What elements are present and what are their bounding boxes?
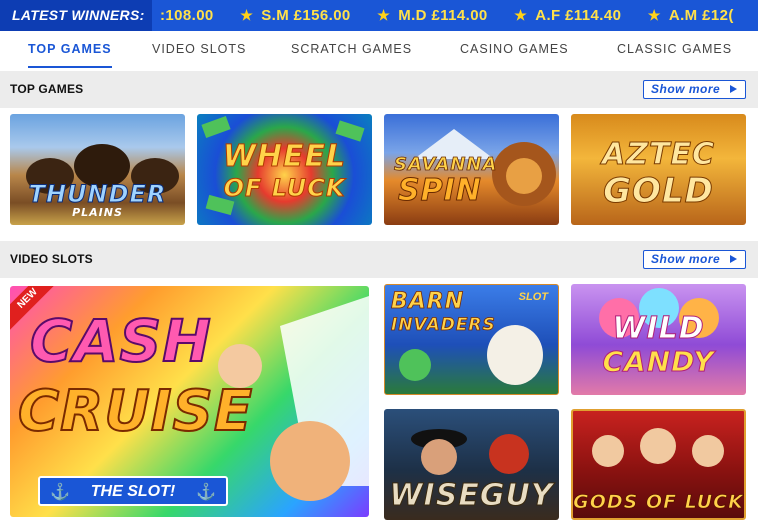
game-title: GODS OF LUCK	[573, 491, 744, 513]
game-title: THUNDER	[28, 180, 167, 208]
ticker-item-text: S.M £156.00	[261, 7, 351, 24]
game-subtitle: GOLD	[603, 171, 714, 211]
top-games-header: TOP GAMES Show more	[0, 71, 758, 108]
game-tile-wild-candy[interactable]: WILD CANDY	[571, 284, 746, 395]
ticker-item: ★ A.M £12(	[648, 0, 734, 31]
game-title: WISEGUY	[389, 478, 554, 513]
tab-casino-games[interactable]: CASINO GAMES	[460, 31, 569, 71]
game-title: CASH	[29, 307, 212, 375]
game-tile-savanna-spin[interactable]: SAVANNA SPIN	[384, 114, 559, 225]
show-more-button[interactable]: Show more	[643, 250, 746, 269]
ticker-item-text: :108.00	[160, 7, 214, 24]
play-arrow-icon	[730, 85, 737, 93]
game-title: SAVANNA	[394, 154, 498, 175]
game-title: WILD	[612, 311, 705, 346]
tab-classic-games[interactable]: CLASSIC GAMES	[617, 31, 732, 71]
ticker-item-text: A.F £114.40	[535, 7, 622, 24]
category-tabs: TOP GAMES VIDEO SLOTS SCRATCH GAMES CASI…	[0, 31, 758, 71]
game-subtitle: PLAINS	[72, 206, 123, 219]
ticker-item-text: M.D £114.00	[398, 7, 488, 24]
ticker-item: ★ M.D £114.00	[377, 0, 487, 31]
game-subtitle: CANDY	[602, 345, 715, 378]
ticker-track: :108.00 ★ S.M £156.00 ★ M.D £114.00 ★ A.F £…	[160, 0, 756, 31]
game-tile-aztec-gold[interactable]: AZTEC GOLD	[571, 114, 746, 225]
show-more-label: Show more	[651, 82, 721, 96]
game-tile-barn-invaders[interactable]: SLOT BARN INVADERS	[384, 284, 559, 395]
game-subtitle: INVADERS	[391, 315, 496, 335]
game-tile-wiseguy[interactable]: WISEGUY	[384, 409, 559, 520]
game-title: BARN	[391, 289, 465, 314]
tab-top-games[interactable]: TOP GAMES	[28, 31, 112, 71]
game-tile-wheel-of-luck[interactable]: WHEEL OF LUCK	[197, 114, 372, 225]
game-subtitle: SPIN	[398, 173, 482, 208]
slot-tag: SLOT	[518, 291, 548, 303]
show-more-button[interactable]: Show more	[643, 80, 746, 99]
latest-winners-ticker: LATEST WINNERS: :108.00 ★ S.M £156.00 ★ M.…	[0, 0, 758, 31]
play-arrow-icon	[730, 255, 737, 263]
star-icon: ★	[377, 7, 391, 23]
anchor-icon: ⚓	[196, 484, 216, 501]
game-subtitle: OF LUCK	[223, 174, 346, 202]
tab-scratch-games[interactable]: SCRATCH GAMES	[291, 31, 412, 71]
section-title: TOP GAMES	[10, 82, 84, 96]
game-tile-thunder-plains[interactable]: THUNDER PLAINS	[10, 114, 185, 225]
star-icon: ★	[240, 7, 254, 23]
game-subtitle: CRUISE	[17, 379, 254, 444]
game-tile-cash-cruise[interactable]: NEW CASH CRUISE ⚓ THE SLOT! ⚓	[10, 286, 369, 517]
star-icon: ★	[514, 7, 528, 23]
tab-video-slots[interactable]: VIDEO SLOTS	[152, 31, 246, 71]
ticker-item: ★ A.F £114.40	[514, 0, 621, 31]
ticker-item-text: A.M £12(	[668, 7, 734, 24]
star-icon: ★	[647, 7, 661, 23]
show-more-label: Show more	[651, 252, 721, 266]
game-title: WHEEL	[222, 139, 347, 174]
ticker-item: ★ S.M £156.00	[240, 0, 350, 31]
video-slots-header: VIDEO SLOTS Show more	[0, 241, 758, 278]
section-title: VIDEO SLOTS	[10, 252, 93, 266]
game-title: AZTEC	[602, 137, 715, 172]
tagline-banner: ⚓ THE SLOT! ⚓	[38, 476, 228, 506]
game-tile-gods-of-luck[interactable]: GODS OF LUCK	[571, 409, 746, 520]
ticker-item: :108.00	[160, 0, 214, 31]
ticker-label: LATEST WINNERS:	[0, 0, 152, 31]
